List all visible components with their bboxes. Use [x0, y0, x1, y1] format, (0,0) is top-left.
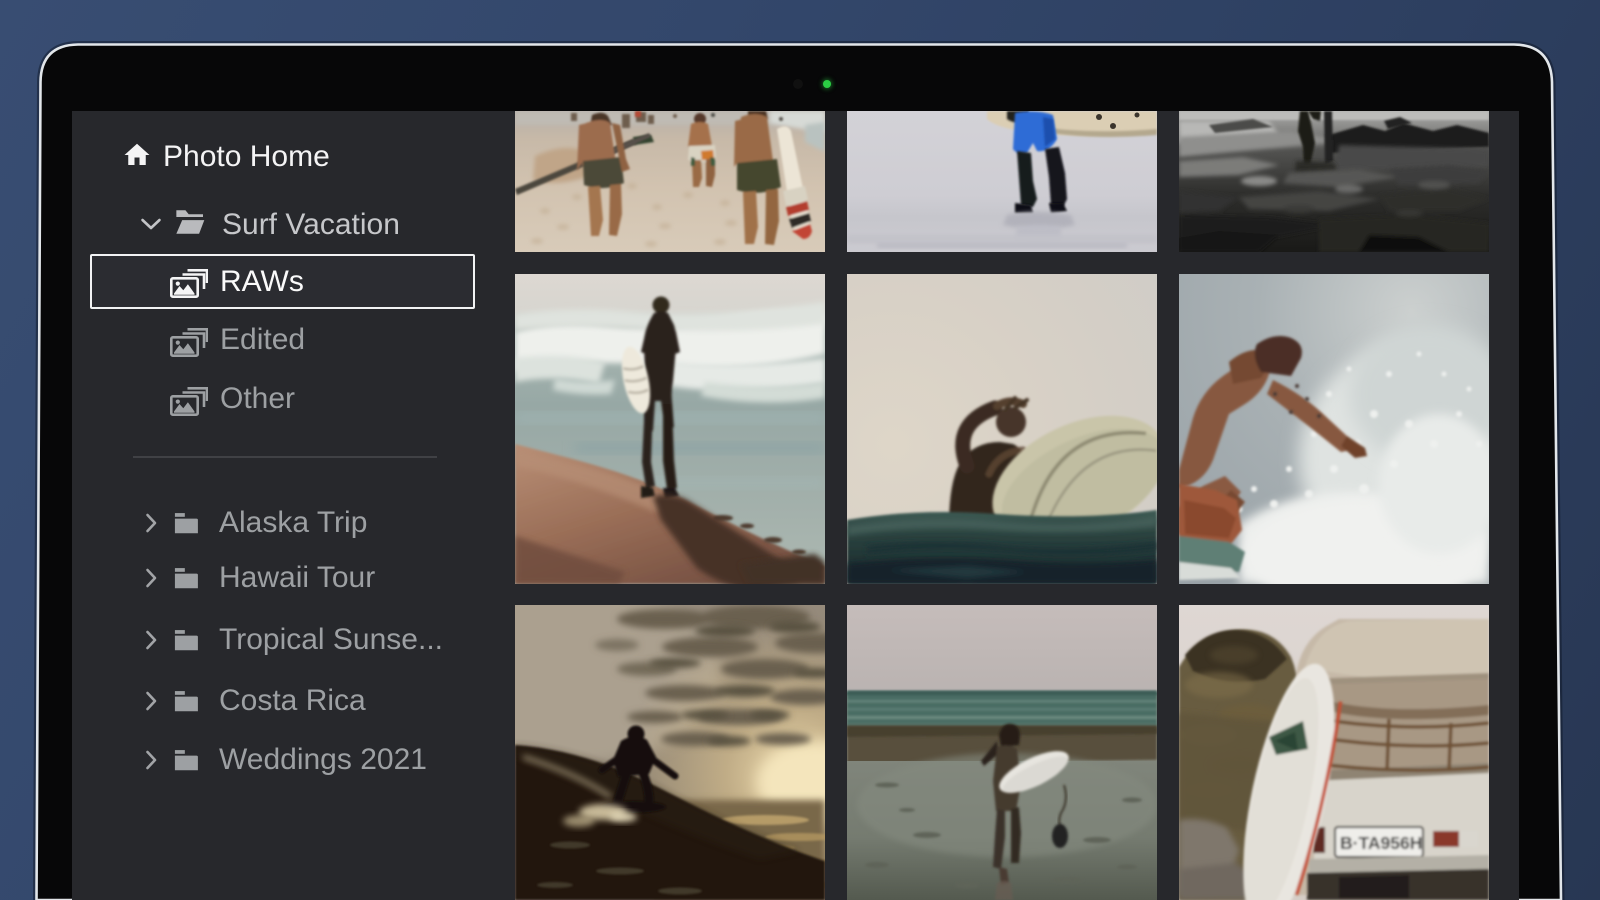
svg-text:B·TA956H: B·TA956H — [1340, 833, 1422, 853]
